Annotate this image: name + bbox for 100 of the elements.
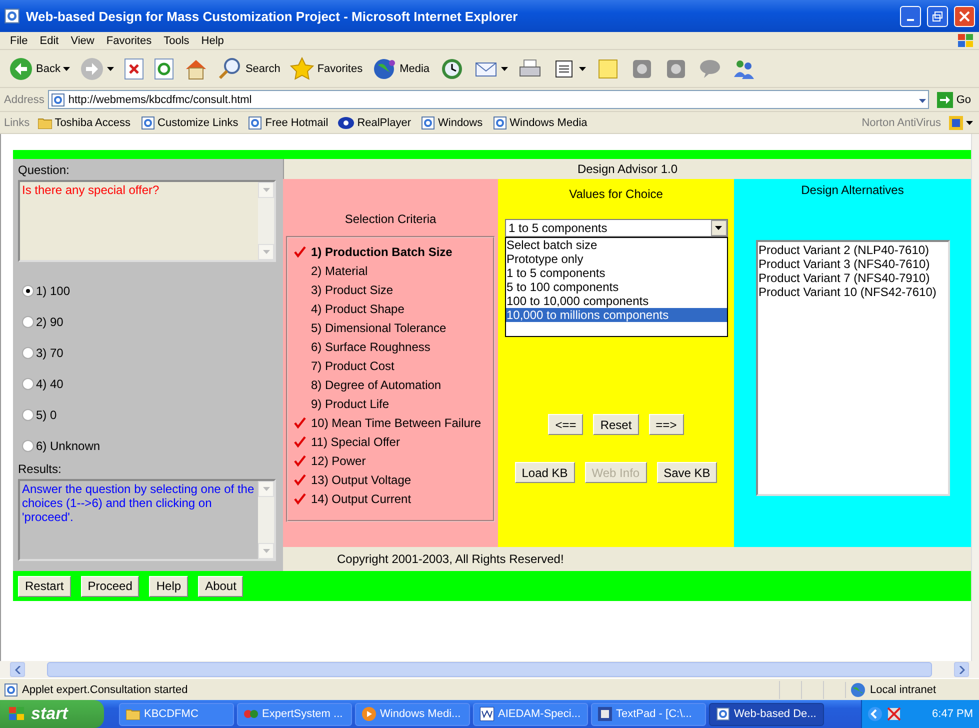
toolbar-button[interactable]: Back xyxy=(6,54,74,82)
close-icon xyxy=(959,10,970,22)
criterion-item[interactable]: 5) Dimensional Tolerance xyxy=(311,320,446,334)
alternative-item[interactable]: Product Variant 3 (NFS40-7610) xyxy=(758,257,946,271)
choice-radio[interactable]: 4) 40 xyxy=(22,375,278,392)
menu-item[interactable]: Edit xyxy=(34,34,65,46)
scroll-right-button[interactable] xyxy=(954,662,969,677)
link-button[interactable]: Toshiba Access xyxy=(36,116,133,128)
menu-item[interactable]: Tools xyxy=(158,34,196,46)
taskbar-button[interactable]: KBCDFMC xyxy=(119,702,234,726)
results-text-area[interactable]: Answer the question by selecting one of the choices (1-->6) and then clicking on 'proceed'. xyxy=(18,479,276,561)
radio-button[interactable] xyxy=(22,284,34,296)
action-button[interactable]: Proceed xyxy=(80,576,140,596)
taskbar-button[interactable]: Web-based De... xyxy=(709,702,824,726)
criterion-item[interactable]: 2) Material xyxy=(311,264,368,278)
criterion-item[interactable]: 10) Mean Time Between Failure xyxy=(311,416,482,430)
antivirus-button[interactable] xyxy=(947,116,975,130)
action-button[interactable]: Help xyxy=(149,576,188,596)
dropdown-option[interactable]: 10,000 to millions components xyxy=(506,308,726,322)
restore-icon xyxy=(932,10,943,22)
choice-radio[interactable]: 3) 70 xyxy=(22,344,278,361)
nav-button[interactable]: Reset xyxy=(593,414,639,435)
link-button[interactable]: RealPlayer xyxy=(336,116,413,128)
value-dropdown[interactable]: 1 to 5 components xyxy=(504,219,728,237)
alternative-item[interactable]: Product Variant 10 (NFS42-7610) xyxy=(758,285,946,299)
window-title: Web-based Design for Mass Customization Project - Microsoft Internet Explorer xyxy=(26,8,519,24)
copyright-text: Copyright 2001-2003, All Rights Reserved! xyxy=(283,547,971,571)
link-button[interactable]: Windows xyxy=(419,116,485,130)
caret-icon xyxy=(262,188,270,192)
choice-radio[interactable]: 5) 0 xyxy=(22,406,278,423)
close-button[interactable] xyxy=(954,6,975,26)
go-button[interactable]: Go xyxy=(933,92,975,108)
kb-button[interactable]: Load KB xyxy=(514,462,575,483)
menu-item[interactable]: Favorites xyxy=(100,34,158,46)
address-field[interactable]: http://webmems/kbcdfmc/consult.html xyxy=(48,90,930,109)
radio-button[interactable] xyxy=(22,316,34,328)
scroll-up-button[interactable] xyxy=(258,481,274,497)
criterion-item[interactable]: 9) Product Life xyxy=(311,396,390,410)
browser-page-icon xyxy=(716,707,730,721)
criterion-item[interactable]: 14) Output Current xyxy=(311,492,412,506)
play-icon xyxy=(362,707,376,721)
caret-icon xyxy=(919,98,926,102)
criterion-item[interactable]: 8) Degree of Automation xyxy=(311,378,442,392)
taskbar-button[interactable]: TextPad - [C:\... xyxy=(591,702,706,726)
results-label: Results: xyxy=(18,462,62,476)
star-icon xyxy=(290,56,314,80)
scroll-down-button[interactable] xyxy=(258,244,274,260)
caret-icon xyxy=(107,66,114,70)
menu-item[interactable]: View xyxy=(64,34,100,46)
link-button[interactable]: Customize Links xyxy=(138,116,240,130)
radio-button[interactable] xyxy=(22,378,34,390)
search-icon xyxy=(218,56,242,80)
vertical-scrollbar[interactable] xyxy=(971,134,979,661)
menu-item[interactable]: File xyxy=(4,34,34,46)
radio-button[interactable] xyxy=(22,408,34,420)
shield-icon xyxy=(949,116,963,130)
toolbar-button[interactable]: Favorites xyxy=(287,54,366,82)
menu-item[interactable]: Help xyxy=(195,34,230,46)
choice-radio[interactable]: 1) 100 xyxy=(22,282,278,299)
kb-button[interactable]: Save KB xyxy=(656,462,718,483)
link-button[interactable]: Free Hotmail xyxy=(246,116,330,130)
scroll-up-button[interactable] xyxy=(258,182,274,198)
criterion-item[interactable]: 3) Product Size xyxy=(311,282,394,296)
toolbar-button[interactable]: Search xyxy=(215,54,284,82)
restore-button[interactable] xyxy=(927,6,948,26)
criterion-item[interactable]: 13) Output Voltage xyxy=(311,472,412,486)
link-button[interactable]: Windows Media xyxy=(490,116,590,130)
criterion-item[interactable]: 12) Power xyxy=(311,454,366,468)
browser-page-icon xyxy=(51,92,66,106)
criterion-item[interactable]: 7) Product Cost xyxy=(311,358,394,372)
toolbar-button[interactable]: Media xyxy=(370,54,433,82)
nav-button[interactable]: <== xyxy=(548,414,584,435)
tray-icon[interactable] xyxy=(886,706,902,722)
alternative-item[interactable]: Product Variant 7 (NFS40-7910) xyxy=(758,271,946,285)
radio-button[interactable] xyxy=(22,346,34,358)
action-button[interactable]: Restart xyxy=(18,576,71,596)
alternative-item[interactable]: Product Variant 2 (NLP40-7610) xyxy=(758,243,946,257)
choice-label: 6) Unknown xyxy=(36,438,100,452)
question-label: Question: xyxy=(18,163,70,177)
choice-radio[interactable]: 6) Unknown xyxy=(22,437,278,454)
criterion-item[interactable]: 6) Surface Roughness xyxy=(311,340,430,354)
scroll-down-button[interactable] xyxy=(258,543,274,559)
column-title: Selection Criteria xyxy=(344,212,436,226)
nav-button[interactable]: ==> xyxy=(648,414,684,435)
taskbar-button[interactable]: AIEDAM-Speci... xyxy=(473,702,588,726)
criterion-item[interactable]: 4) Product Shape xyxy=(311,302,404,316)
choice-radio[interactable]: 2) 90 xyxy=(22,313,278,330)
radio-button[interactable] xyxy=(22,440,34,452)
scroll-left-button[interactable] xyxy=(10,662,25,677)
scroll-thumb[interactable] xyxy=(47,662,932,677)
criterion-item[interactable]: 11) Special Offer xyxy=(311,434,400,448)
taskbar-button[interactable]: Windows Medi... xyxy=(355,702,470,726)
criterion-item[interactable]: 1) Production Batch Size xyxy=(311,244,452,258)
minimize-button[interactable] xyxy=(900,6,921,26)
taskbar-button[interactable]: ExpertSystem ... xyxy=(237,702,352,726)
clock: 6:47 PM xyxy=(932,708,973,720)
caret-icon xyxy=(966,120,973,124)
choice-label: 5) 0 xyxy=(36,408,57,422)
caret-icon xyxy=(500,66,508,70)
action-button[interactable]: About xyxy=(198,576,244,596)
